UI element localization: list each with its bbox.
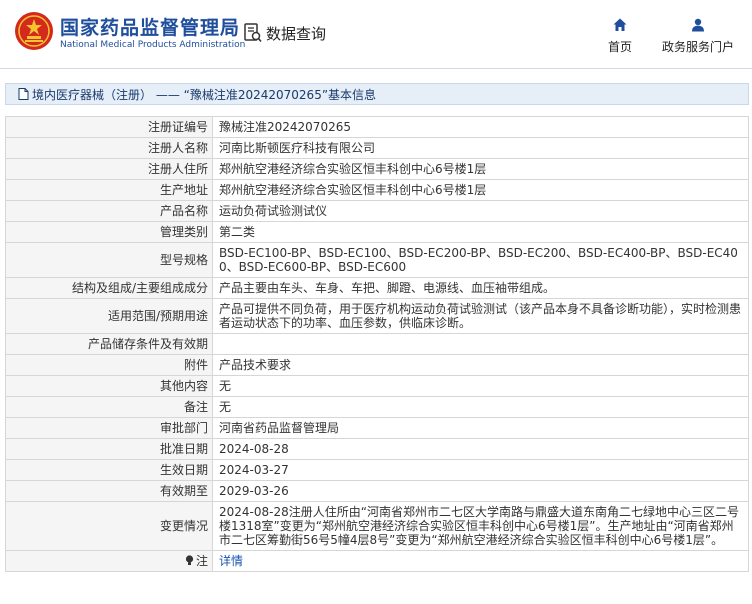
field-label: 有效期至 bbox=[5, 480, 213, 502]
field-value: 无 bbox=[212, 396, 749, 418]
field-value: 2024-03-27 bbox=[212, 459, 749, 481]
field-value: 运动负荷试验测试仪 bbox=[212, 200, 749, 222]
user-icon bbox=[692, 18, 704, 32]
field-label: 适用范围/预期用途 bbox=[5, 298, 213, 334]
note-label: 注 bbox=[195, 554, 208, 568]
table-row: 生产地址 郑州航空港经济综合实验区恒丰科创中心6号楼1层 bbox=[5, 179, 749, 201]
field-label: 审批部门 bbox=[5, 417, 213, 439]
field-value: 第二类 bbox=[212, 221, 749, 243]
field-label: 产品名称 bbox=[5, 200, 213, 222]
field-label: 产品储存条件及有效期 bbox=[5, 333, 213, 355]
table-row: 适用范围/预期用途 产品可提供不同负荷，用于医疗机构运动负荷试验测试（该产品本身不… bbox=[5, 298, 749, 334]
table-row: 产品名称 运动负荷试验测试仪 bbox=[5, 200, 749, 222]
table-row: 附件 产品技术要求 bbox=[5, 354, 749, 376]
field-value: 河南比斯顿医疗科技有限公司 bbox=[212, 137, 749, 159]
home-icon bbox=[613, 18, 627, 31]
table-row: 有效期至 2029-03-26 bbox=[5, 480, 749, 502]
field-label: 注册人住所 bbox=[5, 158, 213, 180]
table-row: 审批部门 河南省药品监督管理局 bbox=[5, 417, 749, 439]
table-row: 管理类别 第二类 bbox=[5, 221, 749, 243]
field-value bbox=[212, 333, 749, 355]
field-label: 变更情况 bbox=[5, 501, 213, 551]
field-label: 附件 bbox=[5, 354, 213, 376]
field-label: 注册人名称 bbox=[5, 137, 213, 159]
table-row: 型号规格 BSD-EC100-BP、BSD-EC100、BSD-EC200-BP、… bbox=[5, 242, 749, 278]
site-logo-title: 国家药品监督管理局 bbox=[60, 17, 241, 39]
data-query-icon bbox=[244, 23, 262, 43]
field-label: 生产地址 bbox=[5, 179, 213, 201]
table-row: 变更情况 2024-08-28注册人住所由“河南省郑州市二七区大学南路与鼎盛大道东… bbox=[5, 501, 749, 551]
data-query-label: 数据查询 bbox=[266, 24, 327, 43]
site-logo-subtitle: National Medical Products Administration bbox=[60, 40, 246, 50]
field-label: 型号规格 bbox=[5, 242, 213, 278]
nav-home-label: 首页 bbox=[607, 40, 632, 54]
field-value: 产品可提供不同负荷，用于医疗机构运动负荷试验测试（该产品本身不具备诊断功能），实… bbox=[212, 298, 749, 334]
table-row: 结构及组成/主要组成成分 产品主要由车头、车身、车把、脚蹬、电源线、血压袖带组成。 bbox=[5, 277, 749, 299]
national-emblem-icon bbox=[15, 12, 53, 50]
field-label: 备注 bbox=[5, 396, 213, 418]
nav-portal-link[interactable]: 政务服务门户 bbox=[656, 18, 740, 55]
table-row: 生效日期 2024-03-27 bbox=[5, 459, 749, 481]
document-icon bbox=[18, 88, 29, 100]
lightbulb-icon bbox=[185, 555, 194, 565]
site-header: 国家药品监督管理局 National Medical Products Admi… bbox=[0, 0, 752, 68]
note-row: 注 详情 bbox=[5, 550, 749, 572]
field-label: 结构及组成/主要组成成分 bbox=[5, 277, 213, 299]
field-label: 生效日期 bbox=[5, 459, 213, 481]
table-row: 批准日期 2024-08-28 bbox=[5, 438, 749, 460]
field-label: 批准日期 bbox=[5, 438, 213, 460]
field-label: 管理类别 bbox=[5, 221, 213, 243]
device-info-table: 注册证编号 豫械注准20242070265 注册人名称 河南比斯顿医疗科技有限公司 … bbox=[5, 116, 749, 572]
field-value: 豫械注准20242070265 bbox=[212, 116, 749, 138]
table-row: 备注无 bbox=[5, 396, 749, 418]
nav-home-link[interactable]: 首页 bbox=[603, 18, 637, 55]
details-link[interactable]: 详情 bbox=[219, 554, 243, 568]
field-value: 无 bbox=[212, 375, 749, 397]
field-value: 2029-03-26 bbox=[212, 480, 749, 502]
header-divider bbox=[0, 68, 752, 69]
table-row: 注册证编号 豫械注准20242070265 bbox=[5, 116, 749, 138]
data-query-title: 数据查询 bbox=[244, 22, 326, 44]
field-value: 2024-08-28注册人住所由“河南省郑州市二七区大学南路与鼎盛大道东南角二七… bbox=[212, 501, 749, 551]
field-value: 产品技术要求 bbox=[212, 354, 749, 376]
field-label: 注册证编号 bbox=[5, 116, 213, 138]
field-value: 河南省药品监督管理局 bbox=[212, 417, 749, 439]
breadcrumb: 境内医疗器械（注册） —— “豫械注准20242070265”基本信息 bbox=[5, 83, 749, 105]
table-row: 注册人住所 郑州航空港经济综合实验区恒丰科创中心6号楼1层 bbox=[5, 158, 749, 180]
field-value: 郑州航空港经济综合实验区恒丰科创中心6号楼1层 bbox=[212, 179, 749, 201]
note-label-cell: 注 bbox=[5, 550, 213, 572]
field-value: 郑州航空港经济综合实验区恒丰科创中心6号楼1层 bbox=[212, 158, 749, 180]
field-label: 其他内容 bbox=[5, 375, 213, 397]
breadcrumb-text: 境内医疗器械（注册） —— “豫械注准20242070265”基本信息 bbox=[32, 87, 377, 102]
note-value-cell: 详情 bbox=[212, 550, 749, 572]
field-value: BSD-EC100-BP、BSD-EC100、BSD-EC200-BP、BSD-… bbox=[212, 242, 749, 278]
table-row: 产品储存条件及有效期 bbox=[5, 333, 749, 355]
field-value: 2024-08-28 bbox=[212, 438, 749, 460]
field-value: 产品主要由车头、车身、车把、脚蹬、电源线、血压袖带组成。 bbox=[212, 277, 749, 299]
nav-portal-label: 政务服务门户 bbox=[661, 40, 734, 54]
table-row: 其他内容无 bbox=[5, 375, 749, 397]
table-row: 注册人名称 河南比斯顿医疗科技有限公司 bbox=[5, 137, 749, 159]
